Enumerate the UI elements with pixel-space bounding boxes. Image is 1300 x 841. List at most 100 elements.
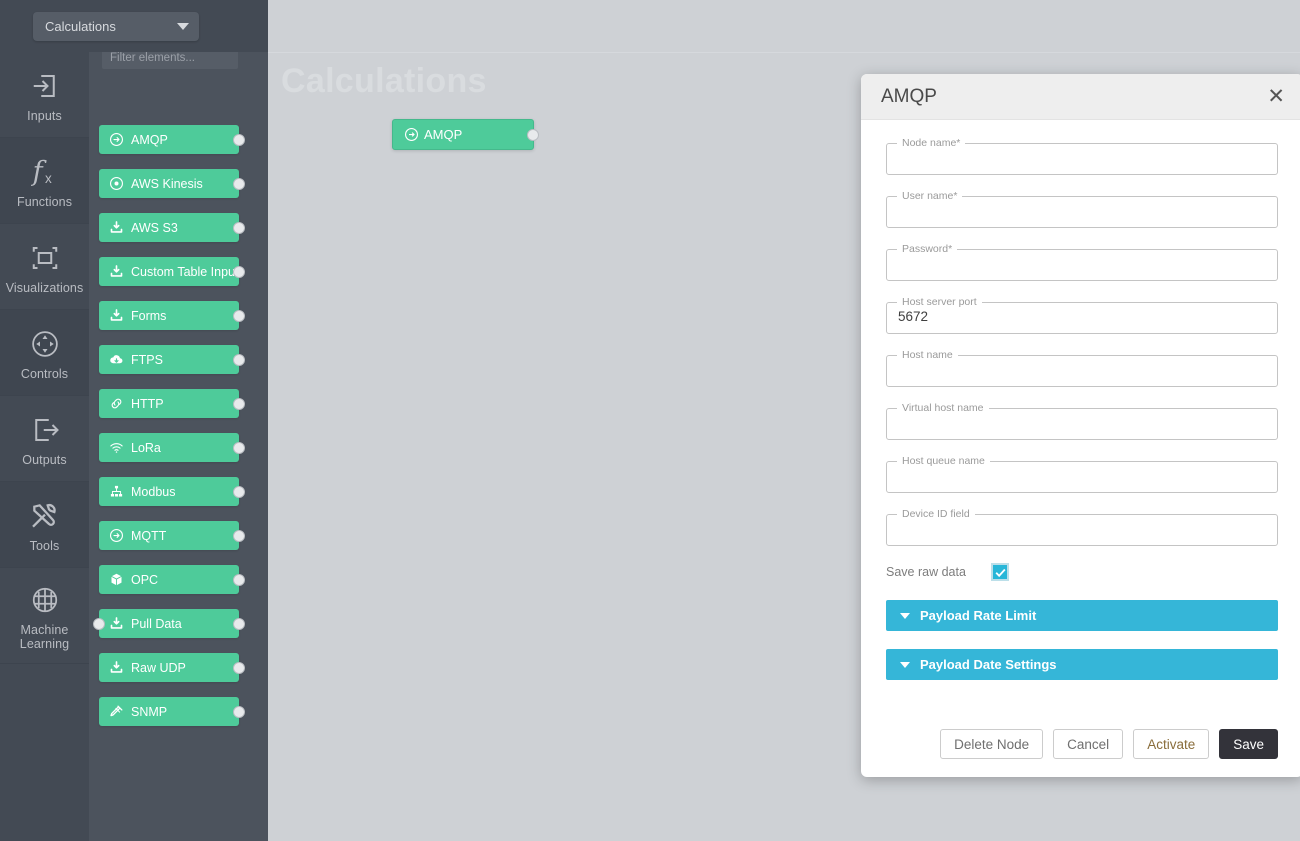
caret-down-icon (900, 661, 910, 668)
field-device-id-field: Device ID field (886, 509, 1278, 546)
sidebar-item-label: Functions (16, 194, 73, 209)
node-output-port[interactable] (233, 309, 245, 322)
field-input[interactable] (886, 191, 1278, 228)
sidebar-item-machine-learning[interactable]: Machine Learning (0, 568, 89, 664)
modal-header: AMQP ✕ (861, 74, 1300, 120)
field-virtual-host-name: Virtual host name (886, 403, 1278, 440)
wrench-hammer-icon (29, 497, 61, 535)
node-output-port[interactable] (233, 617, 245, 630)
sidebar-item-outputs[interactable]: Outputs (0, 396, 89, 482)
palette-item-list: AMQP AWS Kinesis AWS S3 Custom Table Inpu Fo… (89, 125, 268, 841)
save-raw-data-label: Save raw data (886, 565, 966, 579)
target-circle-icon (103, 176, 129, 191)
node-input-port[interactable] (93, 617, 105, 630)
node-output-port[interactable] (233, 573, 245, 586)
arrow-circle-right-icon (398, 127, 424, 142)
canvas-area[interactable]: Calculations AMQP AMQP ✕ Node name* User … (268, 0, 1300, 841)
sidebar-item-label: Tools (29, 538, 60, 553)
download-tray-icon (103, 264, 129, 279)
field-password: Password* (886, 244, 1278, 281)
node-output-port[interactable] (233, 661, 245, 674)
download-tray-icon (103, 308, 129, 323)
delete-node-button[interactable]: Delete Node (940, 729, 1044, 759)
palette-item-label: Custom Table Inpu (131, 264, 235, 279)
field-input[interactable] (886, 350, 1278, 387)
field-input[interactable] (886, 138, 1278, 175)
palette-item[interactable]: FTPS (99, 345, 245, 374)
modal-title: AMQP (881, 85, 937, 107)
canvas-node-label: AMQP (424, 127, 463, 142)
palette-item-label: MQTT (131, 528, 167, 543)
download-tray-icon (103, 660, 129, 675)
sidebar-item-functions[interactable]: f x Functions (0, 138, 89, 224)
palette-item[interactable]: Modbus (99, 477, 245, 506)
palette-item[interactable]: Forms (99, 301, 245, 330)
dpad-icon (30, 325, 60, 363)
canvas-node-amqp[interactable]: AMQP (392, 119, 539, 150)
modal-actions: Delete Node Cancel Activate Save (861, 723, 1300, 759)
sidebar-item-visualizations[interactable]: Visualizations (0, 224, 89, 310)
project-selector[interactable]: Calculations (33, 11, 199, 41)
node-output-port[interactable] (233, 133, 245, 146)
node-output-port[interactable] (233, 265, 245, 278)
save-raw-data-row: Save raw data (886, 562, 1278, 582)
palette-item[interactable]: SNMP (99, 697, 245, 726)
palette-item[interactable]: AMQP (99, 125, 245, 154)
palette-item-label: Raw UDP (131, 660, 186, 675)
modal-fields: Node name* User name* Password* Host server… (886, 138, 1278, 546)
node-output-port[interactable] (233, 221, 245, 234)
palette-item[interactable]: HTTP (99, 389, 245, 418)
field-input[interactable] (886, 456, 1278, 493)
save-raw-data-checkbox[interactable] (991, 563, 1009, 581)
node-output-port[interactable] (233, 353, 245, 366)
cancel-button[interactable]: Cancel (1053, 729, 1124, 759)
app-root: Inputs f x Functions Visualizations Cont… (0, 0, 1300, 841)
sidebar-item-inputs[interactable]: Inputs (0, 52, 89, 138)
sidebar-item-label: Machine Learning (19, 622, 70, 651)
node-output-port[interactable] (233, 177, 245, 190)
node-output-port[interactable] (527, 128, 539, 141)
sidebar-item-label: Inputs (27, 108, 62, 123)
palette-item[interactable]: MQTT (99, 521, 245, 550)
field-input[interactable] (886, 509, 1278, 546)
palette-item-label: Modbus (131, 484, 176, 499)
project-selector-bar: Calculations (0, 0, 268, 52)
palette-item[interactable]: LoRa (99, 433, 245, 462)
visualization-frame-icon (30, 239, 60, 277)
svg-text:x: x (45, 171, 52, 186)
sidebar-item-controls[interactable]: Controls (0, 310, 89, 396)
field-input[interactable] (886, 244, 1278, 281)
canvas-top-divider (268, 52, 1300, 53)
sidebar-item-tools[interactable]: Tools (0, 482, 89, 568)
node-output-port[interactable] (233, 441, 245, 454)
palette-item[interactable]: AWS Kinesis (99, 169, 245, 198)
activate-button[interactable]: Activate (1133, 729, 1210, 759)
section-payload-date-settings[interactable]: Payload Date Settings (886, 649, 1278, 680)
cube-icon (103, 572, 129, 587)
save-button[interactable]: Save (1219, 729, 1278, 759)
node-output-port[interactable] (233, 705, 245, 718)
field-input[interactable] (886, 403, 1278, 440)
close-icon[interactable]: ✕ (1267, 86, 1285, 107)
field-input[interactable] (886, 297, 1278, 334)
node-output-port[interactable] (233, 397, 245, 410)
field-host-queue-name: Host queue name (886, 456, 1278, 493)
palette-item-label: Forms (131, 308, 167, 323)
field-node-name: Node name* (886, 138, 1278, 175)
palette-item-label: AWS S3 (131, 220, 178, 235)
palette-item[interactable]: OPC (99, 565, 245, 594)
palette-item[interactable]: Pull Data (93, 609, 245, 638)
palette-item[interactable]: Raw UDP (99, 653, 245, 682)
palette-item-label: FTPS (131, 352, 163, 367)
palette-item[interactable]: Custom Table Inpu (99, 257, 245, 286)
palette-item-label: AWS Kinesis (131, 176, 203, 191)
node-output-port[interactable] (233, 485, 245, 498)
section-payload-rate-limit[interactable]: Payload Rate Limit (886, 600, 1278, 631)
modal-body: Node name* User name* Password* Host server… (861, 120, 1300, 723)
chevron-down-icon (177, 22, 189, 30)
brain-icon (30, 581, 60, 619)
palette-item-label: HTTP (131, 396, 164, 411)
palette-item[interactable]: AWS S3 (99, 213, 245, 242)
node-output-port[interactable] (233, 529, 245, 542)
input-palette: Calculations Add an Input AMQPAWS Kinesi… (0, 0, 268, 841)
